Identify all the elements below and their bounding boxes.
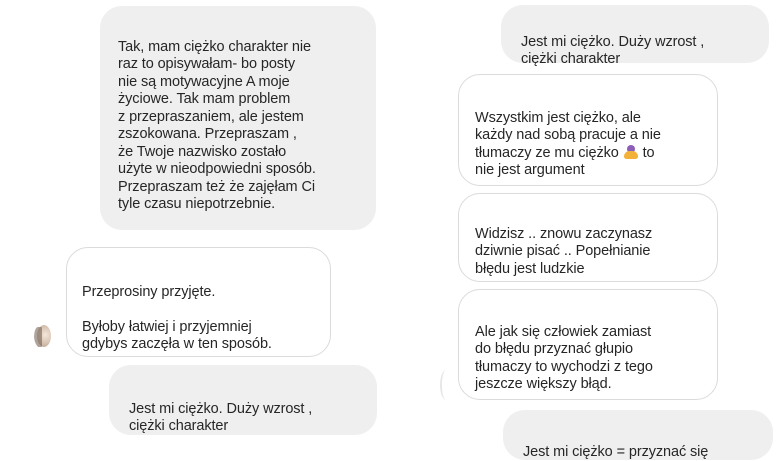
message-text: Jest mi ciężko. Duży wzrost , ciężki cha… [129, 400, 313, 435]
message-received-everyone-struggles[interactable]: Wszystkim jest ciężko, ale każdy nad sob… [458, 74, 718, 186]
message-received-apology-accepted[interactable]: Przeprosiny przyjęte. Byłoby łatwiej i p… [66, 247, 331, 357]
message-sent-hard-character[interactable]: Jest mi ciężko. Duży wzrost , ciężki cha… [501, 5, 769, 67]
message-sent-admit[interactable]: Jest mi ciężko = przyznać się [503, 410, 773, 460]
message-sent-apology[interactable]: Tak, mam ciężko charakter nie raz to opi… [100, 6, 376, 230]
money-bag-emoji-icon [623, 144, 639, 159]
message-text: Tak, mam ciężko charakter nie raz to opi… [118, 38, 316, 213]
message-text: Ale jak się człowiek zamiast do błędu pr… [475, 323, 653, 393]
message-sent-hard-character[interactable]: Jest mi ciężko. Duży wzrost , ciężki cha… [109, 365, 377, 435]
message-text: Przeprosiny przyjęte. Byłoby łatwiej i p… [82, 283, 272, 353]
message-text: Widzisz .. znowu zaczynasz dziwnie pisać… [475, 225, 653, 277]
avatar-hair [34, 327, 42, 347]
message-received-writing-strange[interactable]: Widzisz .. znowu zaczynasz dziwnie pisać… [458, 193, 718, 282]
avatar[interactable] [34, 323, 52, 349]
message-received-bigger-mistake[interactable]: Ale jak się człowiek zamiast do błędu pr… [458, 289, 718, 400]
avatar[interactable] [440, 370, 452, 400]
message-text: Jest mi ciężko = przyznać się [523, 443, 709, 460]
message-text: Jest mi ciężko. Duży wzrost , ciężki cha… [521, 33, 705, 68]
